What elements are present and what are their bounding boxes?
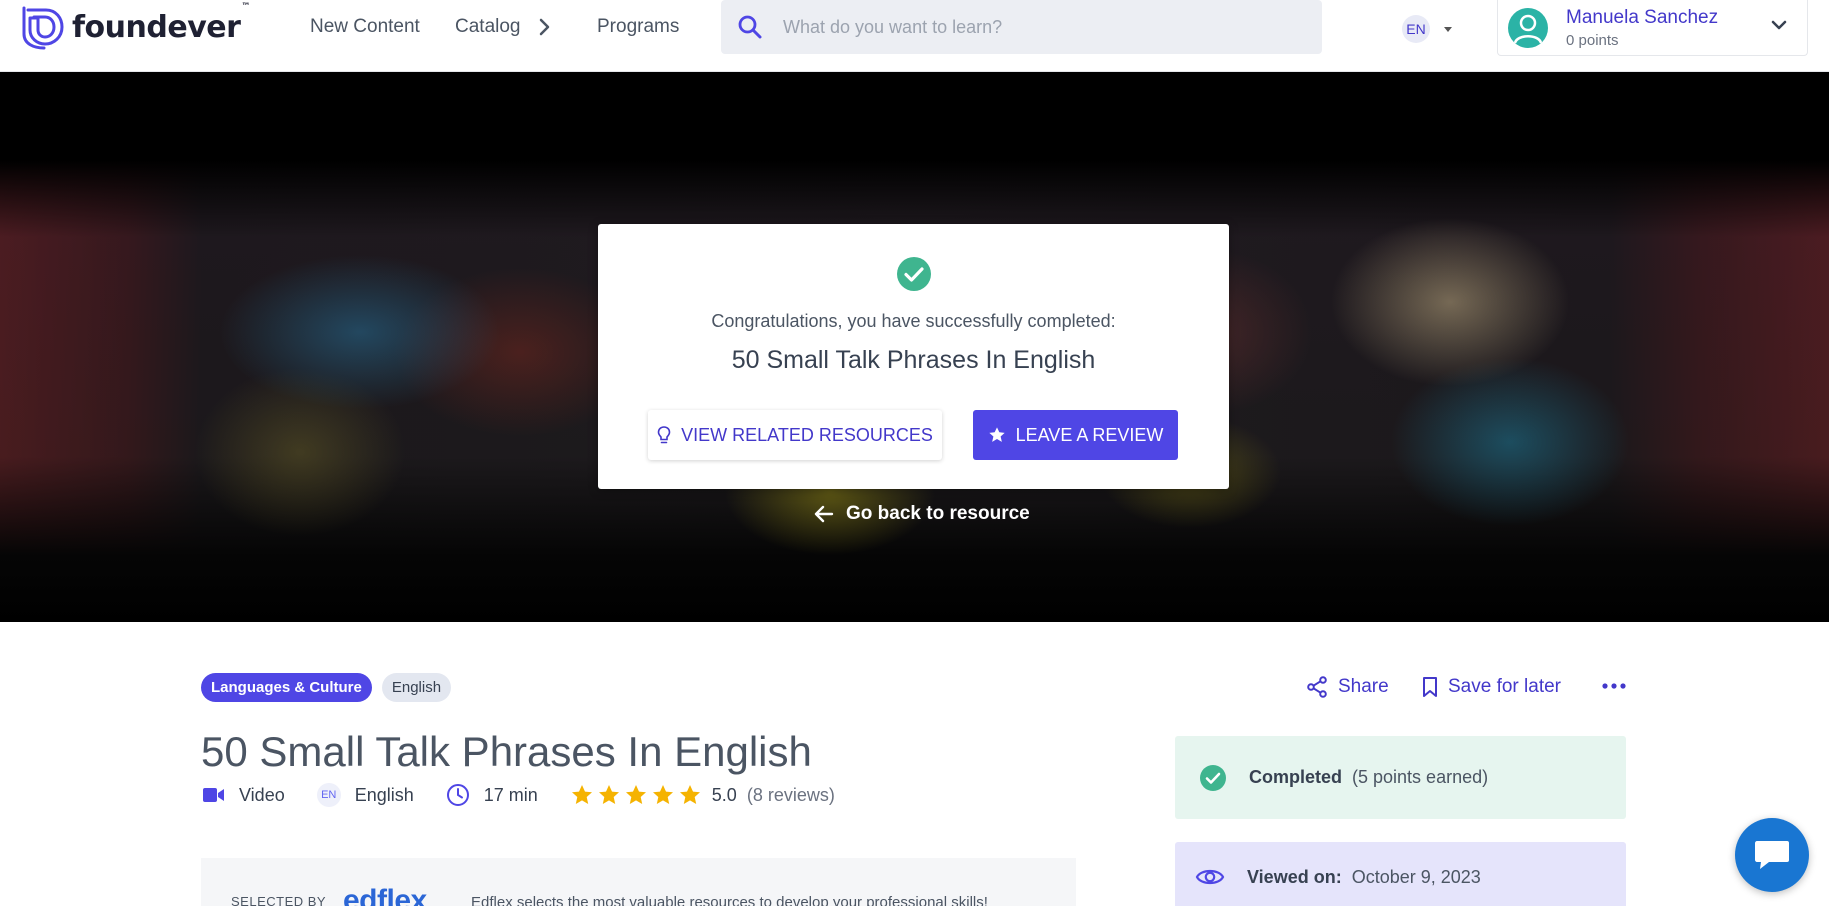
rating-value: 5.0 <box>711 784 737 805</box>
caret-down-icon <box>1444 26 1452 32</box>
viewed-date: October 9, 2023 <box>1351 866 1481 887</box>
resource-title: 50 Small Talk Phrases In English <box>201 728 812 775</box>
resource-meta: Video EN English 17 min 5.0 (8 reviews) <box>203 783 867 807</box>
top-navigation: foundever™ New Content Catalog Programs … <box>0 0 1829 72</box>
selected-by-panel: SELECTED BY edflex Edflex selects the mo… <box>201 858 1076 906</box>
meta-duration-label: 17 min <box>483 784 538 805</box>
completed-label: Completed <box>1249 767 1343 787</box>
completed-resource-title: 50 Small Talk Phrases In English <box>731 346 1096 374</box>
video-hero: Congratulations, you have successfully c… <box>0 72 1829 622</box>
meta-duration: 17 min <box>446 783 538 807</box>
more-options-button[interactable] <box>1602 683 1626 689</box>
completion-message: Congratulations, you have successfully c… <box>711 311 1116 331</box>
leave-review-label: LEAVE A REVIEW <box>1015 424 1164 445</box>
nav-catalog[interactable]: Catalog <box>455 16 551 38</box>
completed-points: (5 points earned) <box>1352 767 1489 787</box>
rating-stars <box>570 783 702 807</box>
language-selector[interactable]: EN <box>1402 15 1452 43</box>
meta-rating[interactable]: 5.0 (8 reviews) <box>570 783 835 807</box>
user-info: Manuela Sanchez 0 points <box>1566 7 1718 49</box>
provider-description: Edflex selects the most valuable resourc… <box>471 894 988 906</box>
language-badge: EN <box>316 783 341 807</box>
chat-icon <box>1755 841 1789 869</box>
viewed-status: Viewed on: October 9, 2023 <box>1175 842 1626 906</box>
lightbulb-icon <box>657 426 671 444</box>
star-icon <box>571 785 592 804</box>
language-code: EN <box>1402 15 1430 43</box>
chevron-down-icon[interactable] <box>1771 20 1787 30</box>
share-label: Share <box>1338 676 1389 697</box>
nav-catalog-label: Catalog <box>455 16 521 37</box>
view-related-label: VIEW RELATED RESOURCES <box>681 424 933 445</box>
go-back-label: Go back to resource <box>846 503 1030 524</box>
save-for-later-button[interactable]: Save for later <box>1422 676 1561 698</box>
leave-review-button[interactable]: LEAVE A REVIEW <box>973 410 1178 460</box>
brand-name: foundever™ <box>72 1 250 45</box>
search-bar[interactable] <box>721 0 1322 54</box>
logo-icon <box>22 6 64 50</box>
meta-type: Video <box>203 785 285 806</box>
search-icon[interactable] <box>737 14 763 40</box>
completed-status: Completed (5 points earned) <box>1175 736 1626 819</box>
clock-icon <box>446 784 469 806</box>
user-menu[interactable]: Manuela Sanchez 0 points <box>1497 0 1808 56</box>
view-related-resources-button[interactable]: VIEW RELATED RESOURCES <box>648 410 942 460</box>
provider-logo: edflex <box>343 884 427 906</box>
meta-language-label: English <box>354 784 414 805</box>
selected-by-label: SELECTED BY <box>231 894 327 906</box>
rating-count: (8 reviews) <box>746 784 835 805</box>
tag-category[interactable]: Languages & Culture <box>201 673 372 702</box>
star-icon <box>679 785 700 804</box>
tag-list: Languages & Culture English <box>201 673 452 702</box>
more-icon <box>1602 683 1626 689</box>
eye-icon <box>1195 869 1225 885</box>
bookmark-icon <box>1423 677 1437 697</box>
nav-new-content[interactable]: New Content <box>310 16 420 38</box>
viewed-label: Viewed on: <box>1247 866 1342 887</box>
user-name: Manuela Sanchez <box>1566 6 1719 28</box>
search-input[interactable] <box>783 16 1283 38</box>
user-points: 0 points <box>1566 31 1619 49</box>
video-icon <box>203 788 224 802</box>
nav-programs[interactable]: Programs <box>597 16 679 38</box>
chat-button[interactable] <box>1735 818 1809 892</box>
check-circle-icon <box>1200 764 1226 791</box>
go-back-link[interactable]: Go back to resource <box>814 503 1030 525</box>
meta-type-label: Video <box>239 784 285 805</box>
arrow-left-icon <box>814 505 834 523</box>
share-button[interactable]: Share <box>1306 676 1389 698</box>
tag-language[interactable]: English <box>381 673 452 702</box>
completion-card: Congratulations, you have successfully c… <box>598 224 1229 489</box>
avatar <box>1508 7 1548 48</box>
check-circle-icon <box>897 257 931 291</box>
star-icon <box>598 785 619 804</box>
brand-logo[interactable]: foundever™ <box>20 1 250 50</box>
meta-language: EN English <box>316 783 414 807</box>
star-icon <box>625 785 646 804</box>
star-icon <box>988 427 1005 442</box>
chevron-right-icon <box>539 18 549 36</box>
star-icon <box>652 785 673 804</box>
share-icon <box>1307 676 1327 698</box>
save-label: Save for later <box>1448 676 1561 697</box>
avatar-icon <box>1513 14 1543 44</box>
